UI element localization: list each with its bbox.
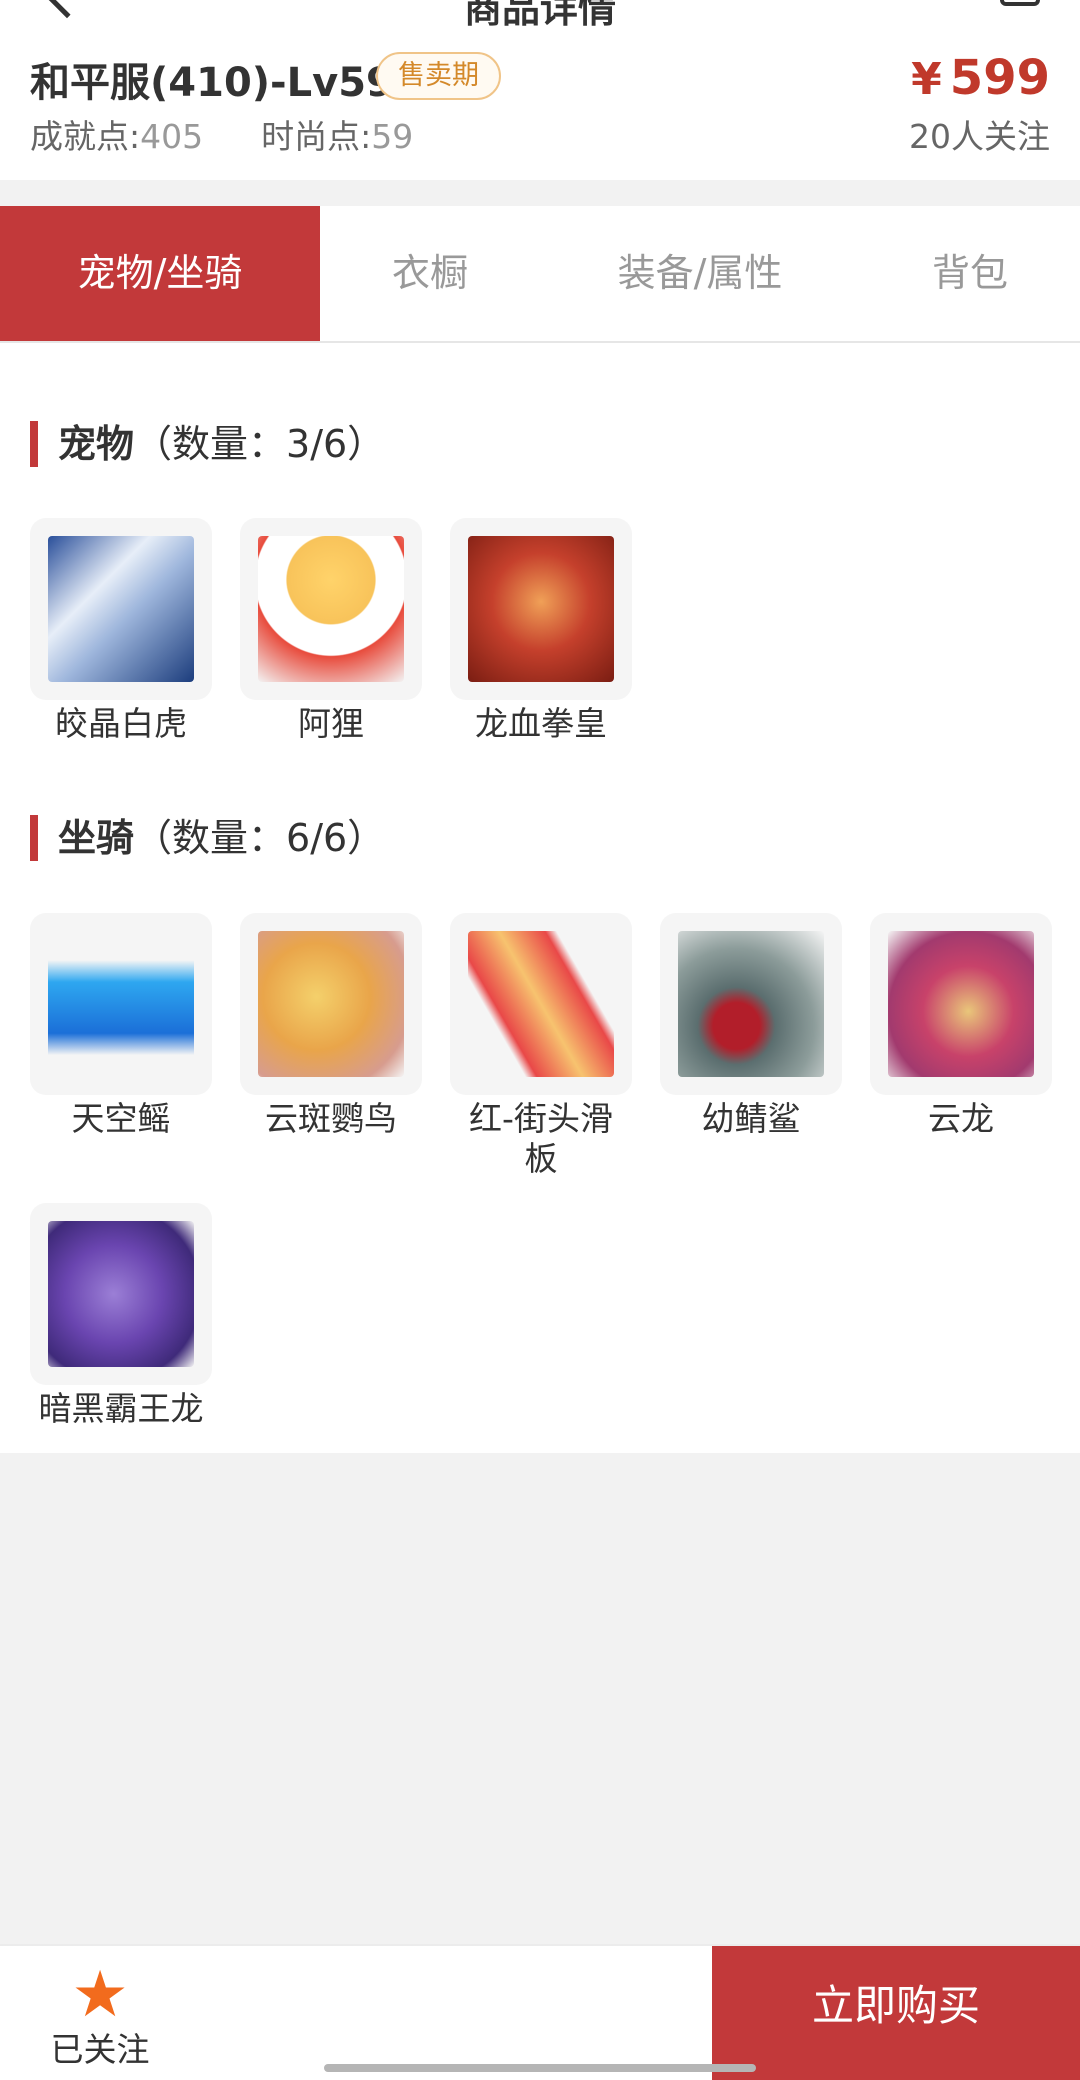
- mount-thumbnail: [870, 913, 1052, 1095]
- fashion-value: 59: [371, 117, 414, 156]
- tab-bar: 宠物/坐骑 衣橱 装备/属性 背包: [0, 206, 1080, 343]
- parrot-icon: [258, 931, 404, 1077]
- tiger-icon: [48, 536, 194, 682]
- mount-thumbnail: [240, 913, 422, 1095]
- dragon-king-icon: [468, 536, 614, 682]
- page: 商品详情 和平服(410)-Lv59 售卖期 成就点:405 时尚点:59 ¥59…: [0, 0, 1080, 2080]
- mount-name: 幼鲭鲨: [701, 1099, 801, 1138]
- tab-pets-mounts[interactable]: 宠物/坐骑: [0, 206, 320, 341]
- pet-thumbnail: [240, 518, 422, 700]
- mount-thumbnail: [30, 913, 212, 1095]
- pet-item[interactable]: 阿狸: [240, 518, 422, 744]
- menu-icon[interactable]: [1000, 0, 1040, 6]
- pets-count: （数量：3/6）: [134, 422, 386, 466]
- top-nav: 商品详情: [0, 0, 1080, 40]
- fashion-label: 时尚点:: [261, 117, 372, 156]
- pet-thumbnail: [450, 518, 632, 700]
- pet-thumbnail: [30, 518, 212, 700]
- mount-thumbnail: [450, 913, 632, 1095]
- mount-item[interactable]: 红-街头滑板: [450, 913, 632, 1179]
- mounts-heading: 坐骑: [58, 816, 135, 860]
- price-value: 599: [949, 50, 1050, 106]
- pet-item[interactable]: 龙血拳皇: [450, 518, 632, 744]
- follow-label: 已关注: [50, 2030, 150, 2069]
- home-indicator[interactable]: [324, 2064, 756, 2072]
- currency-symbol: ¥: [911, 54, 942, 105]
- mount-item[interactable]: 暗黑霸王龙: [30, 1203, 212, 1429]
- t-rex-icon: [48, 1221, 194, 1367]
- achievement-label: 成就点:: [30, 117, 141, 156]
- pet-name: 龙血拳皇: [475, 704, 607, 743]
- nav-title: 商品详情: [463, 0, 616, 31]
- mount-name: 红-街头滑板: [469, 1099, 613, 1178]
- pet-name: 阿狸: [298, 704, 364, 743]
- buy-now-button[interactable]: 立即购买: [712, 1946, 1080, 2080]
- mount-thumbnail: [660, 913, 842, 1095]
- pets-heading: 宠物: [58, 422, 135, 466]
- shark-icon: [678, 931, 824, 1077]
- price: ¥599: [911, 50, 1050, 106]
- mount-name: 云斑鹦鸟: [265, 1099, 397, 1138]
- product-header: 和平服(410)-Lv59 售卖期 成就点:405 时尚点:59 ¥599 20人…: [0, 40, 1080, 180]
- mount-name: 天空鳐: [71, 1099, 171, 1138]
- mount-item[interactable]: 幼鲭鲨: [660, 913, 842, 1139]
- pets-section-title: 宠物（数量：3/6）: [30, 421, 385, 467]
- followers-count: 20人关注: [909, 117, 1050, 156]
- mounts-count: （数量：6/6）: [134, 816, 386, 860]
- tab-wardrobe[interactable]: 衣橱: [320, 206, 540, 341]
- tab-equipment[interactable]: 装备/属性: [540, 206, 860, 341]
- mount-item[interactable]: 云斑鹦鸟: [240, 913, 422, 1139]
- bottom-action-bar: ★ 已关注 立即购买: [0, 1944, 1080, 2080]
- star-icon: ★: [71, 1958, 129, 2032]
- status-badge: 售卖期: [376, 52, 501, 100]
- content-panel: 宠物（数量：3/6） 皎晶白虎 阿狸 龙血拳皇 坐骑（数量：6/6） 天空鳐 云…: [0, 343, 1080, 1453]
- mounts-section-title: 坐骑（数量：6/6）: [30, 815, 385, 861]
- achievement-value: 405: [140, 117, 204, 156]
- mount-thumbnail: [30, 1203, 212, 1385]
- sky-ray-icon: [48, 931, 194, 1077]
- pet-name: 皎晶白虎: [55, 704, 187, 743]
- mount-name: 暗黑霸王龙: [38, 1389, 204, 1428]
- pet-item[interactable]: 皎晶白虎: [30, 518, 212, 744]
- product-stats: 成就点:405 时尚点:59: [30, 110, 413, 158]
- product-title: 和平服(410)-Lv59: [30, 60, 394, 106]
- ali-icon: [258, 536, 404, 682]
- follow-button[interactable]: ★ 已关注: [30, 1960, 170, 2070]
- mount-item[interactable]: 天空鳐: [30, 913, 212, 1139]
- tab-backpack[interactable]: 背包: [860, 206, 1080, 341]
- skateboard-icon: [468, 931, 614, 1077]
- mount-item[interactable]: 云龙: [870, 913, 1052, 1139]
- mount-name: 云龙: [928, 1099, 994, 1138]
- cloud-dragon-icon: [888, 931, 1034, 1077]
